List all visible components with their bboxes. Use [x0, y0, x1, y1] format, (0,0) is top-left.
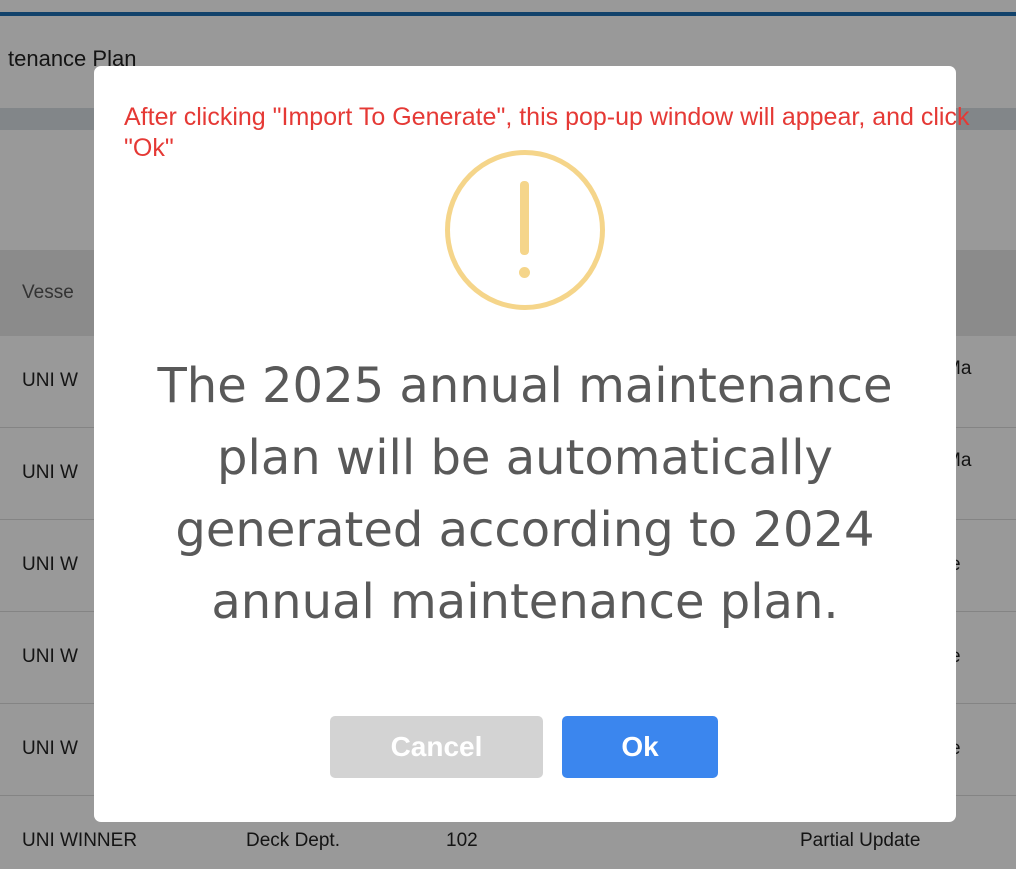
dialog-message: The 2025 annual maintenance plan will be…	[157, 358, 893, 630]
warning-exclamation-icon	[445, 150, 605, 310]
exclamation-bar	[520, 181, 529, 255]
exclamation-dot	[519, 267, 530, 278]
ok-button[interactable]: Ok	[562, 716, 718, 778]
cancel-button[interactable]: Cancel	[330, 716, 543, 778]
confirm-dialog: After clicking "Import To Generate", thi…	[94, 66, 969, 822]
